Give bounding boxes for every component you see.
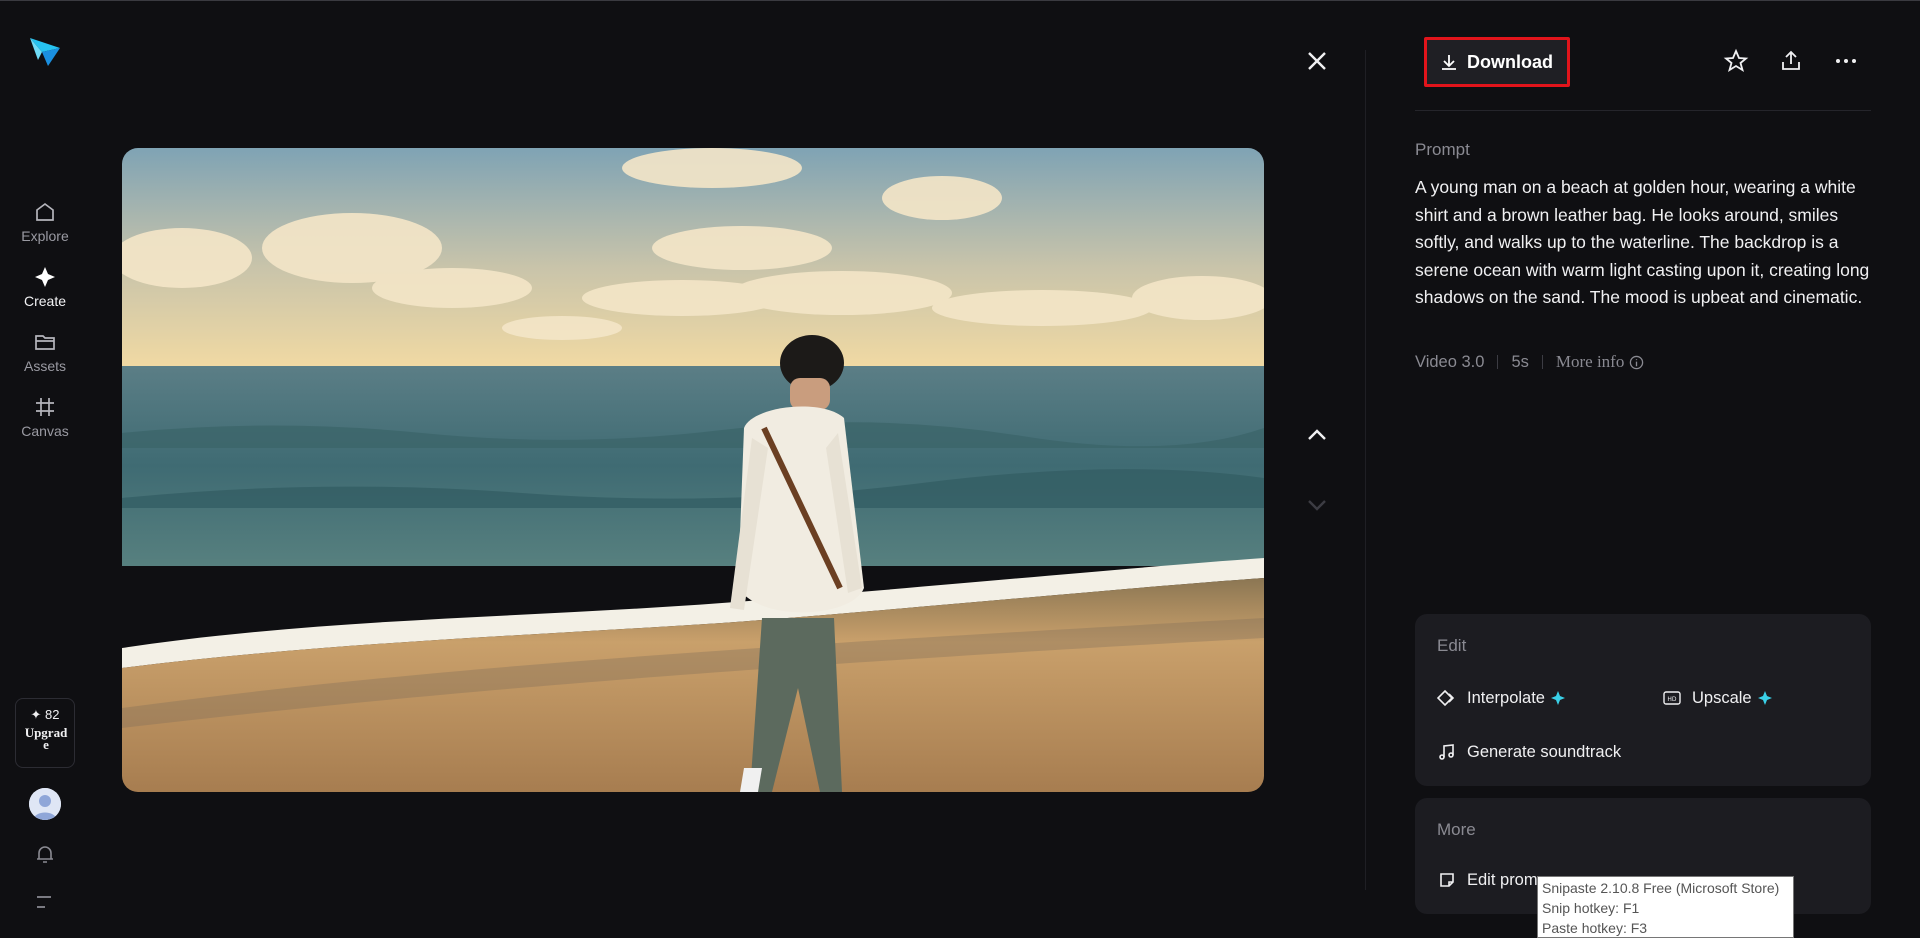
generate-soundtrack-button[interactable]: Generate soundtrack <box>1437 742 1621 762</box>
menu-icon[interactable] <box>35 894 55 910</box>
more-info-label: More info <box>1555 352 1625 371</box>
sidebar-item-label: Explore <box>21 228 69 244</box>
music-note-icon <box>1439 744 1454 760</box>
panel-separator <box>1415 110 1871 111</box>
interpolate-icon <box>1437 689 1455 707</box>
more-card-title: More <box>1437 820 1476 839</box>
tooltip-line: Snipaste 2.10.8 Free (Microsoft Store) <box>1542 880 1780 896</box>
info-icon <box>1630 355 1644 369</box>
edit-prompt-button[interactable]: Edit prom <box>1437 870 1538 890</box>
close-icon[interactable] <box>1304 48 1330 74</box>
upgrade-card[interactable]: ✦ 82 Upgrade <box>15 698 75 768</box>
snipaste-tooltip: Snipaste 2.10.8 Free (Microsoft Store) S… <box>1537 876 1794 938</box>
sparkle-icon <box>1757 691 1772 705</box>
grid-icon <box>36 398 54 416</box>
upgrade-label: Upgrade <box>24 725 68 752</box>
svg-text:HD: HD <box>1667 696 1677 703</box>
edit-card: Edit Interpolate HD Upscale Generate sou… <box>1415 614 1871 786</box>
paper-plane-logo[interactable] <box>28 34 62 68</box>
avatar[interactable] <box>29 788 61 820</box>
meta-divider <box>1497 355 1499 369</box>
interpolate-button[interactable]: Interpolate <box>1437 688 1566 708</box>
tooltip-line: Snip hotkey: F1 <box>1542 900 1640 916</box>
sidebar-item-label: Assets <box>23 358 66 374</box>
prompt-heading: Prompt <box>1415 140 1470 159</box>
upscale-label: Upscale <box>1692 688 1752 707</box>
download-icon <box>1442 55 1456 70</box>
sidebar-item-canvas[interactable]: Canvas <box>5 395 85 439</box>
chevron-down-icon[interactable] <box>1304 492 1330 518</box>
soundtrack-label: Generate soundtrack <box>1467 742 1622 761</box>
sidebar-item-label: Canvas <box>21 423 69 439</box>
sidebar-item-explore[interactable]: Explore <box>5 200 85 244</box>
edit-card-title: Edit <box>1437 636 1467 655</box>
video-scene <box>122 148 1264 792</box>
chevron-up-icon[interactable] <box>1304 422 1330 448</box>
share-icon[interactable] <box>1778 48 1804 74</box>
bell-icon[interactable] <box>33 842 57 866</box>
panel-divider <box>1365 50 1366 890</box>
video-duration: 5s <box>1511 352 1529 371</box>
prompt-text: A young man on a beach at golden hour, w… <box>1415 177 1870 307</box>
video-preview[interactable] <box>122 148 1264 792</box>
more-info-link[interactable]: More info <box>1556 352 1644 372</box>
folder-icon <box>35 335 55 350</box>
download-button[interactable]: Download <box>1424 37 1570 87</box>
upscale-button[interactable]: HD Upscale <box>1662 688 1773 708</box>
tooltip-line: Paste hotkey: F3 <box>1542 920 1648 936</box>
hd-icon: HD <box>1663 691 1681 705</box>
video-meta: Video 3.0 5s More info <box>1415 352 1644 372</box>
download-label: Download <box>1467 51 1553 72</box>
sparkle-icon <box>1550 691 1565 705</box>
sidebar-item-assets[interactable]: Assets <box>5 330 85 374</box>
ellipsis-icon[interactable] <box>1833 48 1859 74</box>
sidebar-item-create[interactable]: Create <box>5 265 85 309</box>
interpolate-label: Interpolate <box>1467 688 1545 707</box>
model-version: Video 3.0 <box>1415 352 1485 371</box>
window-top-border <box>0 0 1920 1</box>
home-icon <box>36 202 54 221</box>
edit-prompt-label: Edit prom <box>1467 870 1538 889</box>
edit-icon <box>1440 873 1454 887</box>
credits-count: ✦ 82 <box>30 707 60 722</box>
meta-divider <box>1541 355 1543 369</box>
star-icon[interactable] <box>1723 48 1749 74</box>
sidebar: Explore Create Assets Canvas ✦ 82 Upgrad… <box>0 0 90 938</box>
sparkle-icon <box>35 267 55 287</box>
sidebar-item-label: Create <box>23 293 67 309</box>
